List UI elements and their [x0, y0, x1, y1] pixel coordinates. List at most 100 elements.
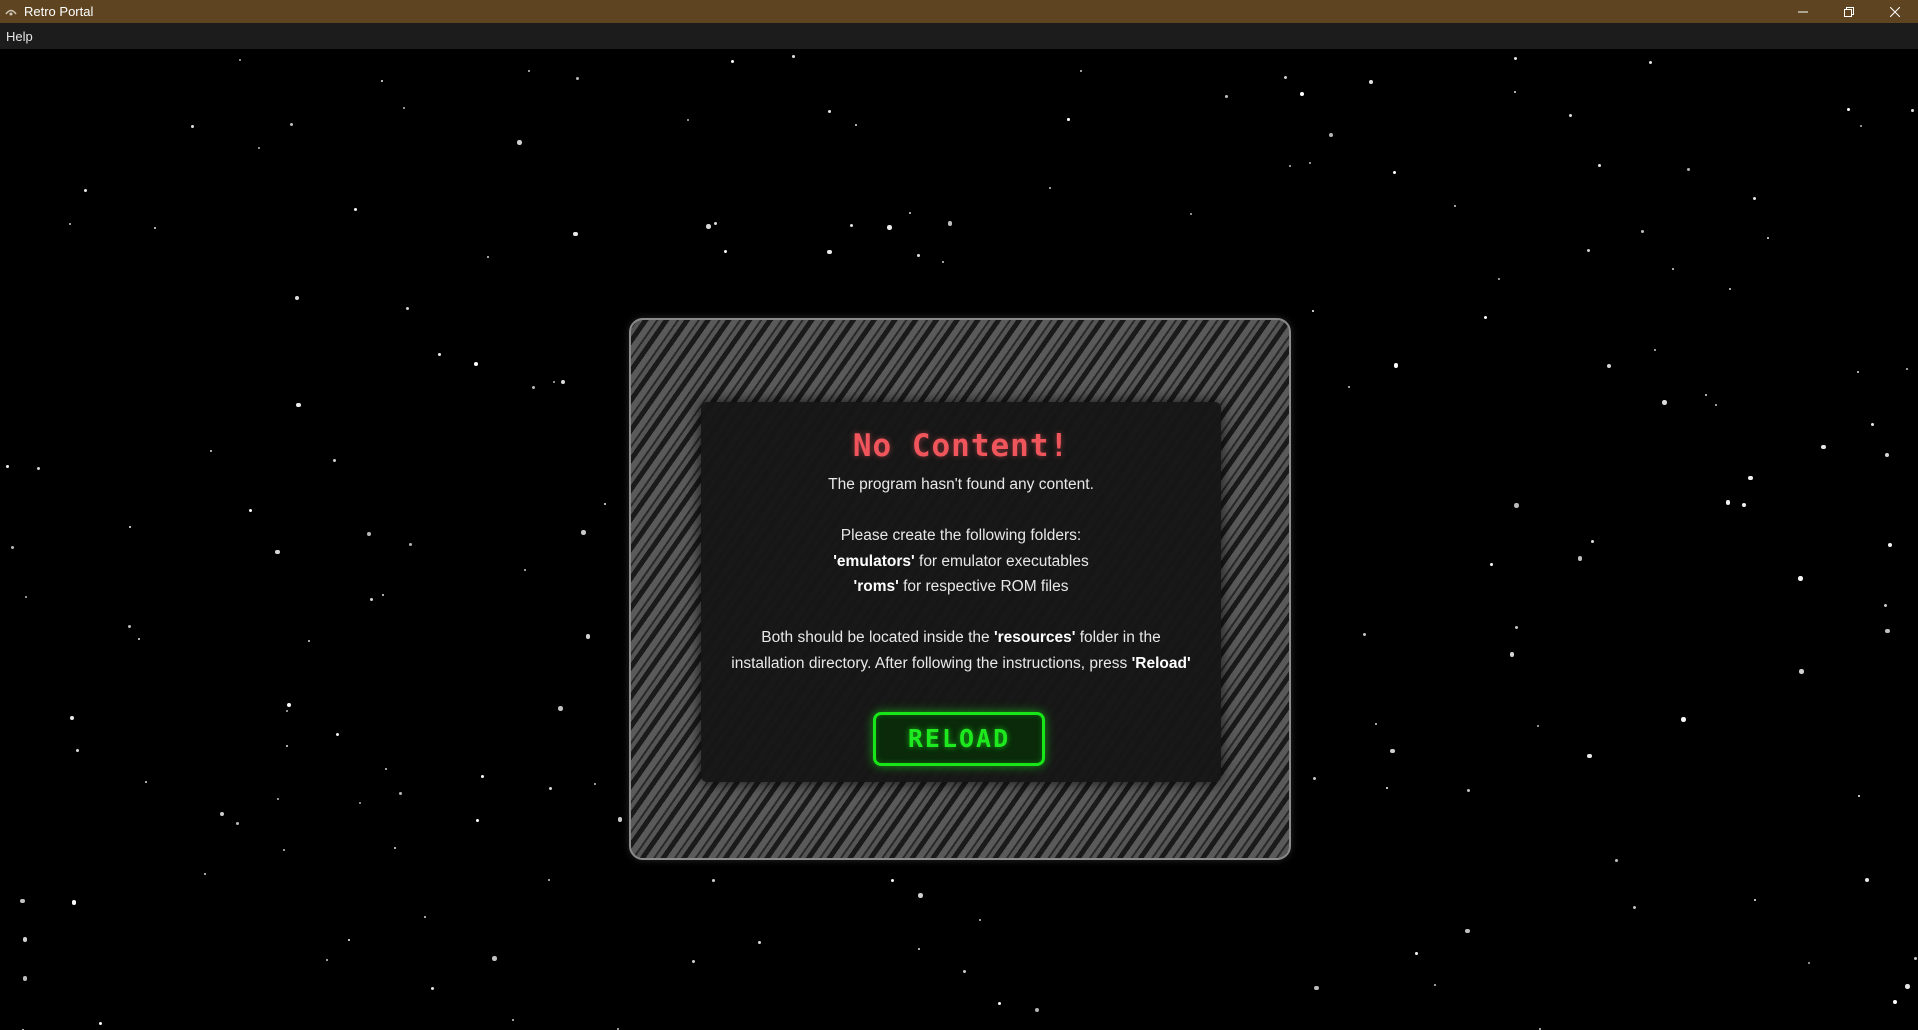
star	[408, 542, 412, 546]
reload-button[interactable]: RELOAD	[873, 712, 1045, 766]
star	[423, 915, 426, 918]
star	[1328, 132, 1334, 138]
minimize-button[interactable]	[1780, 0, 1826, 23]
star	[603, 503, 606, 506]
star	[473, 361, 479, 367]
starfield-background: No Content! The program hasn't found any…	[0, 49, 1918, 1030]
star	[154, 226, 157, 229]
star	[1509, 652, 1515, 657]
window-title: Retro Portal	[24, 4, 94, 19]
star	[219, 811, 225, 817]
star	[1662, 400, 1667, 405]
star	[1034, 1007, 1040, 1013]
restore-icon	[1844, 6, 1854, 17]
star	[1414, 951, 1418, 955]
star	[1587, 753, 1592, 759]
star	[347, 939, 350, 942]
star	[1672, 268, 1674, 271]
folder-name-resources: 'resources'	[993, 629, 1076, 646]
star	[828, 110, 832, 114]
menu-bar: Help	[0, 23, 1918, 49]
star	[5, 465, 9, 469]
folder-desc-roms: for respective ROM files	[898, 578, 1069, 595]
star	[827, 249, 832, 255]
star	[1807, 962, 1810, 965]
star	[1715, 403, 1717, 406]
star	[1767, 237, 1769, 240]
star	[210, 450, 212, 453]
star	[1385, 787, 1388, 790]
star	[1514, 57, 1518, 60]
star	[1375, 722, 1378, 725]
star	[1224, 95, 1228, 98]
star	[1857, 795, 1860, 798]
star	[1606, 363, 1612, 369]
star	[941, 261, 944, 264]
star	[1856, 370, 1859, 373]
location-text-post: folder in the	[1075, 629, 1161, 646]
star	[438, 352, 442, 356]
star	[1753, 197, 1757, 201]
location-text-pre: Both should be located inside the	[761, 629, 994, 646]
star	[617, 817, 623, 822]
star	[1821, 444, 1826, 450]
star	[573, 231, 578, 236]
star	[290, 122, 294, 126]
star	[1633, 905, 1637, 909]
star	[891, 879, 895, 883]
star	[1514, 626, 1518, 630]
star	[1748, 475, 1753, 481]
star	[22, 976, 28, 981]
restore-button[interactable]	[1826, 0, 1872, 23]
star	[83, 188, 87, 192]
star	[25, 595, 28, 598]
star	[381, 80, 384, 83]
star	[548, 787, 552, 791]
star	[576, 77, 580, 81]
star	[1536, 724, 1539, 727]
star	[962, 970, 966, 974]
star	[1884, 452, 1889, 458]
star	[1393, 171, 1396, 175]
close-button[interactable]	[1872, 0, 1918, 23]
star	[1590, 540, 1594, 544]
star	[275, 549, 280, 555]
star	[917, 254, 921, 258]
star	[1705, 394, 1708, 397]
star	[492, 956, 497, 961]
minimize-icon	[1798, 11, 1808, 12]
reload-keyword: 'Reload'	[1131, 654, 1191, 672]
star	[723, 250, 727, 254]
star	[887, 225, 892, 230]
message-create-folders: Please create the following folders:	[840, 527, 1082, 544]
star	[296, 402, 301, 408]
star	[1885, 628, 1890, 634]
star	[757, 941, 761, 945]
star	[691, 959, 695, 963]
message-not-found: The program hasn't found any content.	[828, 476, 1094, 493]
star	[517, 140, 522, 145]
star	[712, 878, 716, 882]
star	[594, 783, 597, 786]
star	[1308, 161, 1311, 164]
star	[366, 531, 372, 536]
star	[947, 221, 953, 226]
instructions-text: installation directory. After following …	[731, 654, 1132, 672]
star	[1864, 877, 1870, 883]
star	[791, 55, 795, 58]
star	[1681, 717, 1686, 722]
star	[1911, 108, 1914, 112]
star	[257, 146, 260, 149]
folder-name-emulators: 'emulators'	[833, 552, 915, 570]
star	[998, 1002, 1001, 1006]
star	[849, 224, 853, 227]
star	[1348, 385, 1350, 388]
star	[191, 124, 195, 128]
star	[1648, 60, 1652, 64]
star	[399, 791, 403, 795]
star	[69, 715, 75, 721]
star	[283, 849, 285, 852]
star	[1859, 125, 1862, 128]
star	[11, 545, 15, 549]
menu-item-help[interactable]: Help	[0, 29, 39, 44]
